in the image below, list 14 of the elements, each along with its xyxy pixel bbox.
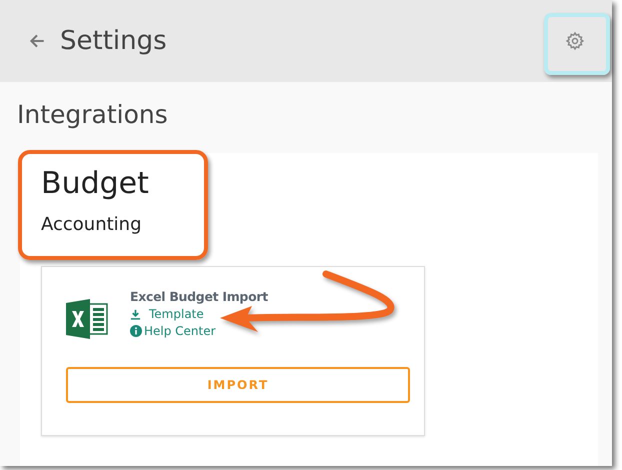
settings-icon xyxy=(565,31,585,51)
page-title: Settings xyxy=(60,26,168,56)
spreadsheet-icon xyxy=(66,299,108,339)
link[interactable]: Template xyxy=(130,307,204,321)
panel-title: Budget xyxy=(41,165,150,203)
integration-title: Excel Budget Import xyxy=(130,289,268,304)
back-arrow-icon[interactable] xyxy=(28,32,46,50)
import-button[interactable]: IMPORT xyxy=(66,367,410,403)
panel-subtitle: Accounting xyxy=(41,213,143,237)
section-title: Integrations xyxy=(17,100,169,131)
link[interactable]: Help Center xyxy=(130,324,216,338)
info-icon xyxy=(130,325,142,337)
highlight-box xyxy=(544,13,610,75)
download-icon xyxy=(130,308,141,320)
